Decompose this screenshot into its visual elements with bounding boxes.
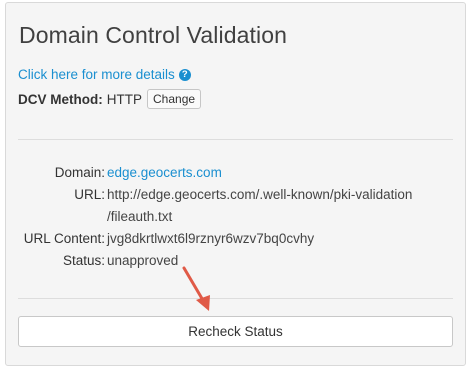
red-arrow-icon [182, 266, 210, 311]
